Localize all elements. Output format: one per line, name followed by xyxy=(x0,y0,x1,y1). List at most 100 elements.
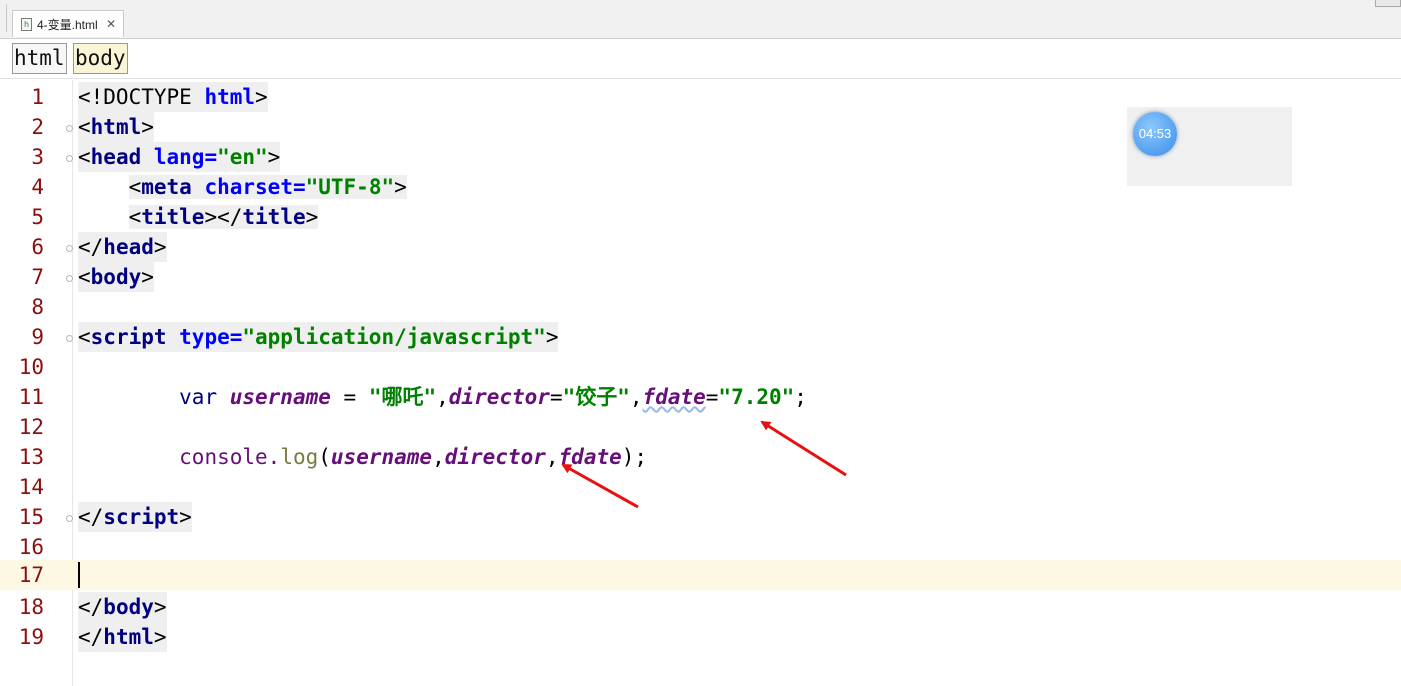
code-line-8: 8 xyxy=(0,292,1401,322)
token: meta xyxy=(141,175,192,199)
line-number: 19 xyxy=(18,625,44,649)
token: > xyxy=(267,145,281,169)
line-code: <html> xyxy=(78,112,154,142)
token: body xyxy=(103,595,154,619)
editor-tab-bar: h 4-变量.html ✕ xyxy=(0,0,1401,39)
window-control-button[interactable] xyxy=(1375,0,1401,7)
line-code: </html> xyxy=(78,622,167,652)
token: ></ xyxy=(204,205,243,229)
line-code: </body> xyxy=(78,592,167,622)
line-number: 14 xyxy=(18,475,44,499)
code-line-6: 6 </head> xyxy=(0,232,1401,262)
token: title xyxy=(141,205,205,229)
token: head xyxy=(103,235,154,259)
line-code: <body> xyxy=(78,262,154,292)
line-number: 4 xyxy=(31,175,44,199)
token: = xyxy=(330,385,369,409)
token: lang= xyxy=(141,145,218,169)
fold-marker-icon[interactable] xyxy=(66,155,73,162)
code-line-12: 12 xyxy=(0,412,1401,442)
tab-title: 4-变量.html xyxy=(37,17,98,32)
line-number: 18 xyxy=(18,595,44,619)
fold-marker-icon[interactable] xyxy=(66,335,73,342)
token: > xyxy=(141,265,154,289)
fold-marker-icon[interactable] xyxy=(66,245,73,252)
line-number: 15 xyxy=(18,505,44,529)
line-number: 11 xyxy=(18,385,44,409)
line-code: <title></title> xyxy=(78,202,319,232)
line-number: 8 xyxy=(31,295,44,319)
token: , xyxy=(629,385,643,409)
token: username xyxy=(229,385,331,409)
token: "en" xyxy=(217,145,268,169)
token: </ xyxy=(78,505,104,529)
code-line-19: 19 </html> xyxy=(0,622,1401,652)
fold-marker-icon[interactable] xyxy=(66,275,73,282)
code-line-15: 15 </script> xyxy=(0,502,1401,532)
token: < xyxy=(78,325,91,349)
token: title xyxy=(242,205,306,229)
token: = xyxy=(705,385,719,409)
token: head xyxy=(90,145,142,169)
window-controls xyxy=(1375,0,1401,8)
token: fdate xyxy=(558,445,622,469)
code-line-10: 10 xyxy=(0,352,1401,382)
token: > xyxy=(255,85,268,109)
token: </ xyxy=(78,595,104,619)
code-line-11: 11 var username = "哪吒",director="饺子",fda… xyxy=(0,382,1401,412)
token: </ xyxy=(78,235,104,259)
token: > xyxy=(545,325,559,349)
line-number: 16 xyxy=(18,535,44,559)
token: , xyxy=(432,445,445,469)
token: script xyxy=(103,505,180,529)
line-code: </head> xyxy=(78,232,167,262)
clock-badge[interactable]: 04:53 xyxy=(1133,112,1177,156)
line-number: 6 xyxy=(31,235,44,259)
code-line-9: 9 <script type="application/javascript"> xyxy=(0,322,1401,352)
token: "7.20" xyxy=(718,385,795,409)
token: console. xyxy=(179,445,281,469)
token: log xyxy=(280,445,319,469)
token: < xyxy=(128,175,142,199)
html-file-icon: h xyxy=(21,17,32,31)
token: <!DOCTYPE xyxy=(78,85,205,109)
token: ( xyxy=(318,445,331,469)
token: body xyxy=(90,265,142,289)
code-line-13: 13 console.log(username,director,fdate); xyxy=(0,442,1401,472)
token: > xyxy=(153,595,167,619)
code-line-17-current[interactable]: 17 xyxy=(0,560,1401,590)
code-line-7: 7 <body> xyxy=(0,262,1401,292)
code-line-14: 14 xyxy=(0,472,1401,502)
token: < xyxy=(78,115,91,139)
line-code: <head lang="en"> xyxy=(78,142,281,172)
code-line-18: 18 </body> xyxy=(0,592,1401,622)
floating-clock-widget[interactable]: 04:53 xyxy=(1127,107,1292,186)
line-number: 12 xyxy=(18,415,44,439)
line-code: <meta charset="UTF-8"> xyxy=(78,172,407,202)
token: ); xyxy=(621,445,648,469)
line-number: 10 xyxy=(18,355,44,379)
token: username xyxy=(330,445,433,469)
breadcrumb-item-body[interactable]: body xyxy=(73,43,128,74)
line-number: 17 xyxy=(18,563,44,587)
text-caret xyxy=(78,562,80,588)
close-icon[interactable]: ✕ xyxy=(106,17,116,31)
fold-marker-icon[interactable] xyxy=(66,515,73,522)
token: "饺子" xyxy=(562,385,630,409)
token: ; xyxy=(794,385,807,409)
token: , xyxy=(436,385,449,409)
token: director xyxy=(448,385,550,409)
tab-file[interactable]: h 4-变量.html ✕ xyxy=(12,10,124,37)
breadcrumb-item-html[interactable]: html xyxy=(12,43,67,74)
token: > xyxy=(179,505,192,529)
token: var xyxy=(179,385,230,409)
token: > xyxy=(153,235,167,259)
token: html xyxy=(103,625,154,649)
line-number: 7 xyxy=(31,265,44,289)
line-code: </script> xyxy=(78,502,192,532)
token: < xyxy=(78,145,91,169)
token: "UTF-8" xyxy=(305,175,395,199)
fold-marker-icon[interactable] xyxy=(66,125,73,132)
line-number: 3 xyxy=(31,145,44,169)
code-line-16: 16 xyxy=(0,532,1401,562)
